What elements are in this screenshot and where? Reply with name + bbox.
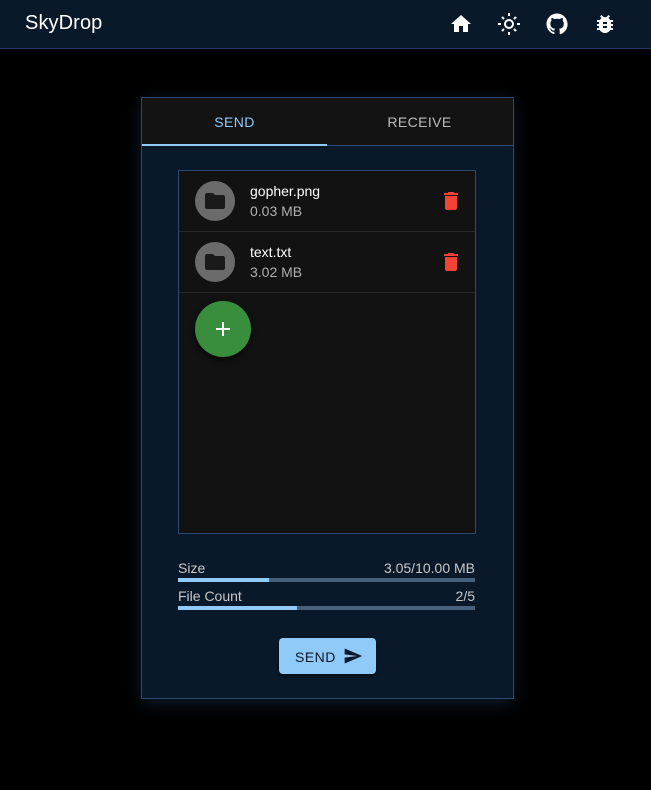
file-list-item: gopher.png 0.03 MB xyxy=(179,171,475,232)
file-count-progress-bar xyxy=(178,606,475,610)
file-count-label: File Count xyxy=(178,588,242,604)
github-icon[interactable] xyxy=(545,12,569,36)
tab-bar: SEND RECEIVE xyxy=(142,98,513,146)
file-count-value: 2/5 xyxy=(455,588,475,604)
file-list: gopher.png 0.03 MB text.txt 3.02 MB xyxy=(178,170,476,534)
folder-icon xyxy=(195,242,235,282)
app-bar: SkyDrop xyxy=(0,0,651,49)
plus-icon xyxy=(216,322,230,336)
file-size: 0.03 MB xyxy=(250,203,303,219)
send-button-label: SEND xyxy=(295,649,336,665)
bug-icon[interactable] xyxy=(593,12,617,36)
size-progress-fill xyxy=(178,578,269,582)
home-icon[interactable] xyxy=(449,12,473,36)
send-icon xyxy=(343,646,363,666)
file-list-item: text.txt 3.02 MB xyxy=(179,232,475,293)
size-value: 3.05/10.00 MB xyxy=(383,560,475,576)
folder-icon xyxy=(195,181,235,221)
size-label: Size xyxy=(178,560,206,576)
file-count-progress-fill xyxy=(178,606,297,610)
delete-icon[interactable] xyxy=(439,189,463,213)
tab-receive[interactable]: RECEIVE xyxy=(327,98,512,146)
send-button[interactable]: SEND xyxy=(279,638,376,674)
tab-send[interactable]: SEND xyxy=(142,98,327,146)
file-size: 3.02 MB xyxy=(250,264,303,280)
active-tab-indicator xyxy=(142,144,327,146)
brightness-icon[interactable] xyxy=(497,12,521,36)
add-file-button[interactable] xyxy=(195,301,251,357)
transfer-card: SEND RECEIVE gopher.png 0.03 MB text.txt… xyxy=(141,97,514,699)
app-title: SkyDrop xyxy=(25,12,103,34)
file-name: gopher.png xyxy=(250,183,321,199)
size-progress-bar xyxy=(178,578,475,582)
file-name: text.txt xyxy=(250,244,292,260)
delete-icon[interactable] xyxy=(439,250,463,274)
